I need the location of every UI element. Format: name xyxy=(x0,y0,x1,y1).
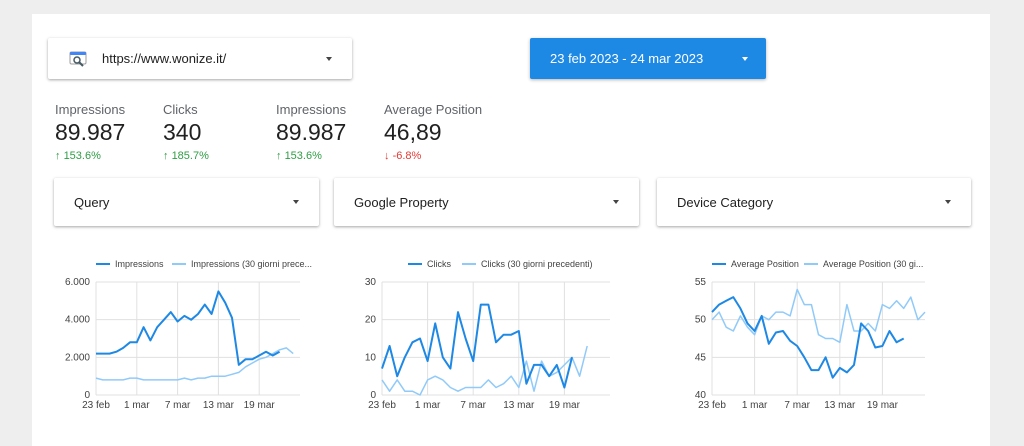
report-page: https://www.wonize.it/ 23 feb 2023 - 24 … xyxy=(32,14,990,446)
kpi-delta: ↓ -6.8% xyxy=(384,150,422,162)
y-tick-label: 55 xyxy=(695,277,707,288)
chevron-down-icon xyxy=(742,57,748,61)
kpi-label: Impressions xyxy=(55,102,126,117)
filter-google-property[interactable]: Google Property xyxy=(334,178,639,226)
average-position-chart-svg: Average Position Average Position (30 gi.… xyxy=(695,259,926,411)
series-line-current xyxy=(96,290,281,366)
kpi-delta: ↑ 153.6% xyxy=(55,150,101,162)
filter-label: Google Property xyxy=(354,195,449,210)
y-tick-label: 6.000 xyxy=(65,277,90,288)
kpi-label: Average Position xyxy=(384,102,483,117)
kpi-delta: ↑ 185.7% xyxy=(163,150,209,162)
average-position-chart: Average Position Average Position (30 gi.… xyxy=(677,240,937,430)
kpi-label: Clicks xyxy=(163,102,198,117)
kpi-label: Impressions xyxy=(276,102,347,117)
y-tick-label: 2.000 xyxy=(65,352,90,363)
kpi-delta: ↑ 153.6% xyxy=(276,150,322,162)
legend-label: Impressions (30 giorni prece... xyxy=(191,259,312,269)
x-tick-label: 13 mar xyxy=(503,400,535,411)
legend-label: Impressions xyxy=(115,259,164,269)
arrow-up-icon: ↑ xyxy=(163,150,172,162)
legend-label: Clicks xyxy=(427,259,451,269)
x-tick-label: 23 feb xyxy=(368,400,396,411)
search-console-icon xyxy=(69,51,87,67)
kpi-value: 89.987 xyxy=(55,119,126,145)
chevron-down-icon xyxy=(293,200,299,204)
y-tick-label: 20 xyxy=(365,315,377,326)
x-tick-label: 19 mar xyxy=(867,400,899,411)
clicks-chart: Clicks Clicks (30 giorni precedenti) 0 10 20… xyxy=(362,240,622,430)
impressions-chart: Impressions Impressions (30 giorni prece.… xyxy=(52,240,312,430)
y-tick-label: 30 xyxy=(365,277,377,288)
impressions-chart-svg: Impressions Impressions (30 giorni prece.… xyxy=(65,259,312,411)
kpi-value: 340 xyxy=(163,119,202,145)
chevron-down-icon xyxy=(326,57,332,61)
kpi-value: 89.987 xyxy=(276,119,347,145)
x-tick-label: 7 mar xyxy=(460,400,486,411)
series-line-previous xyxy=(381,345,588,396)
y-tick-label: 45 xyxy=(695,352,707,363)
x-tick-label: 19 mar xyxy=(549,400,581,411)
series-line-current xyxy=(381,303,573,389)
chevron-down-icon xyxy=(613,200,619,204)
kpi-value: 46,89 xyxy=(384,119,442,145)
x-tick-label: 13 mar xyxy=(824,400,856,411)
y-tick-label: 4.000 xyxy=(65,315,90,326)
x-tick-label: 1 mar xyxy=(415,400,441,411)
filter-label: Device Category xyxy=(677,195,774,210)
x-tick-label: 1 mar xyxy=(742,400,768,411)
legend-label: Average Position (30 gi... xyxy=(823,259,923,269)
kpi-impressions: Impressions 89.987 ↑ 153.6% xyxy=(55,102,125,162)
series-line-current xyxy=(711,296,905,379)
kpi-average-position: Average Position 46,89 ↓ -6.8% xyxy=(384,102,482,162)
site-url: https://www.wonize.it/ xyxy=(102,51,227,66)
filter-device-category[interactable]: Device Category xyxy=(657,178,971,226)
filter-label: Query xyxy=(74,195,110,210)
y-tick-label: 50 xyxy=(695,315,707,326)
x-tick-label: 1 mar xyxy=(124,400,150,411)
arrow-up-icon: ↑ xyxy=(276,150,285,162)
clicks-chart-svg: Clicks Clicks (30 giorni precedenti)01020… xyxy=(365,259,610,411)
x-tick-label: 7 mar xyxy=(165,400,191,411)
x-tick-label: 7 mar xyxy=(784,400,810,411)
arrow-down-icon: ↓ xyxy=(384,150,393,162)
legend-label: Average Position xyxy=(731,259,799,269)
x-tick-label: 13 mar xyxy=(203,400,235,411)
x-tick-label: 23 feb xyxy=(82,400,110,411)
filter-query[interactable]: Query xyxy=(54,178,319,226)
date-range-label: 23 feb 2023 - 24 mar 2023 xyxy=(550,51,704,66)
x-tick-label: 19 mar xyxy=(244,400,276,411)
kpi-impressions-2: Impressions 89.987 ↑ 153.6% xyxy=(276,102,346,162)
arrow-up-icon: ↑ xyxy=(55,150,64,162)
legend-label: Clicks (30 giorni precedenti) xyxy=(481,259,593,269)
x-tick-label: 23 feb xyxy=(698,400,726,411)
chevron-down-icon xyxy=(945,200,951,204)
date-range-selector[interactable]: 23 feb 2023 - 24 mar 2023 xyxy=(530,38,766,79)
kpi-clicks: Clicks 340 ↑ 185.7% xyxy=(163,102,209,162)
y-tick-label: 10 xyxy=(365,352,377,363)
site-selector[interactable]: https://www.wonize.it/ xyxy=(48,38,352,79)
